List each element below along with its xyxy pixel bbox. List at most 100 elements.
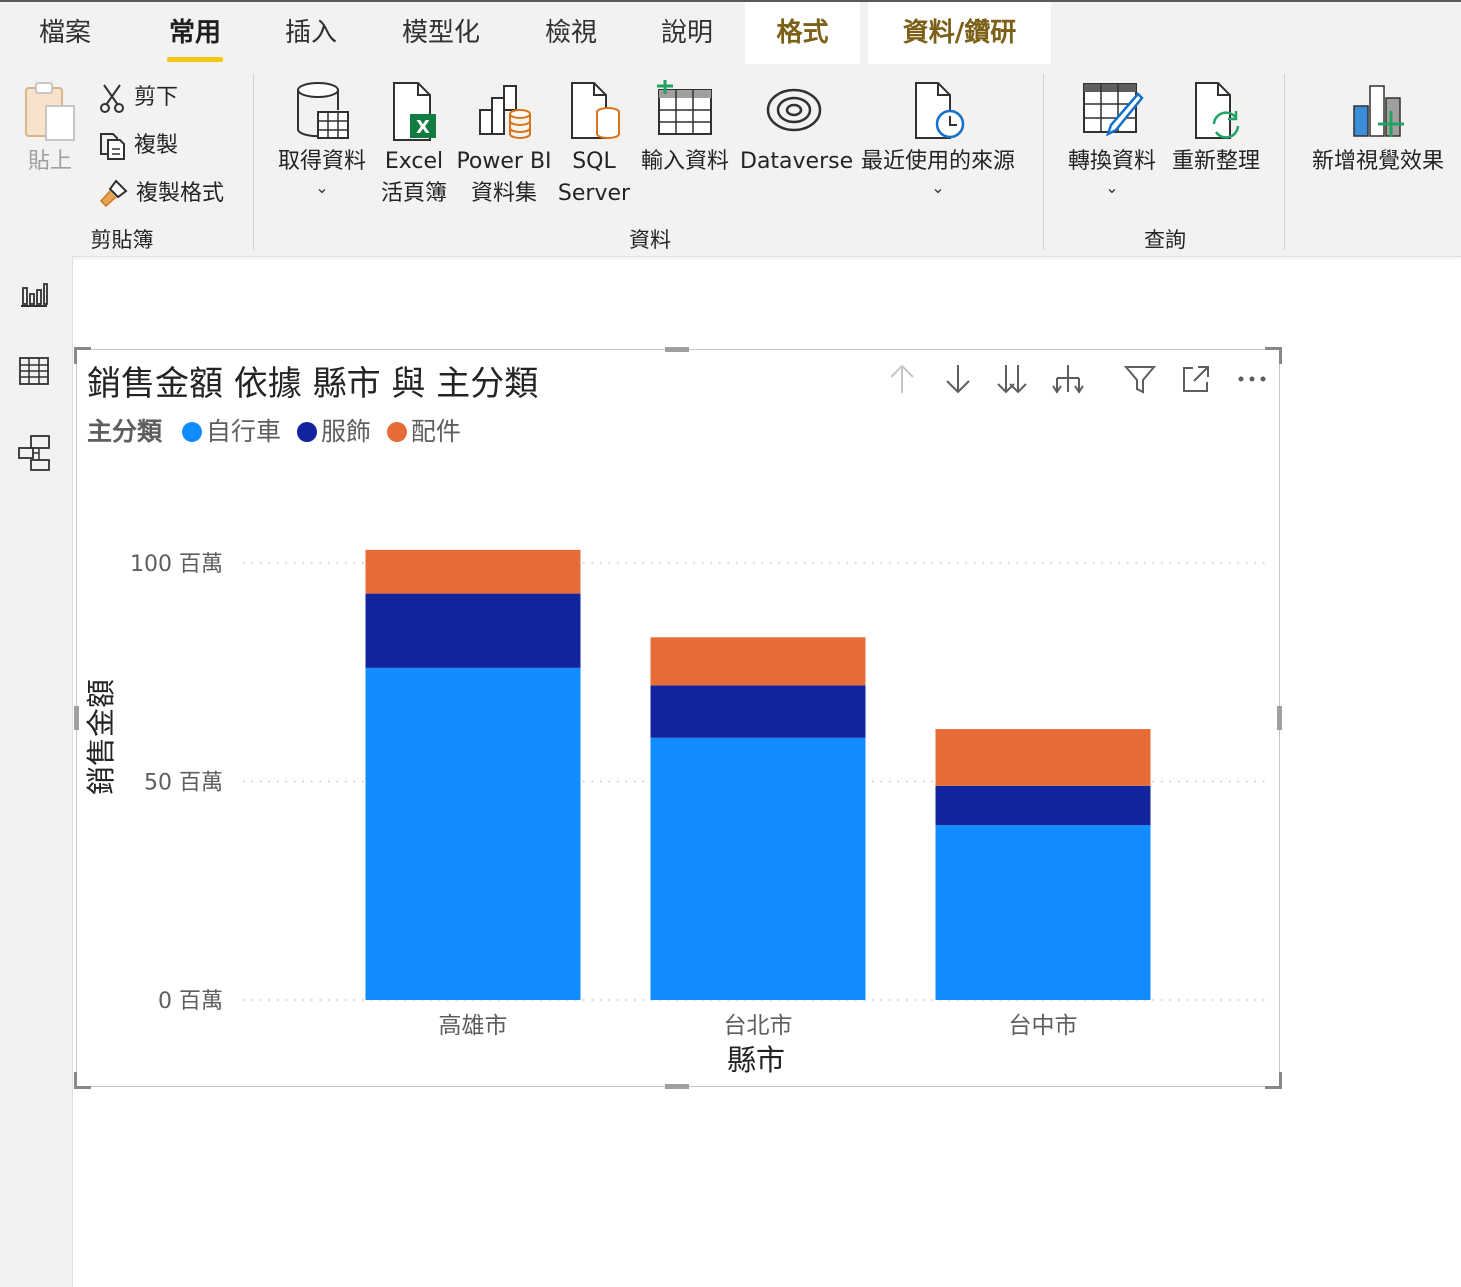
legend-label-accessory: 配件 <box>410 417 461 446</box>
enter-data-label: 輸入資料 <box>640 149 729 174</box>
bar-segment <box>365 667 581 1000</box>
queries-group-label: 查詢 <box>1144 228 1186 252</box>
powerbi-label-line1: Power BI <box>456 149 552 174</box>
tab-view-label: 檢視 <box>544 18 597 48</box>
scissors-icon <box>100 84 124 113</box>
legend-dot-accessory <box>386 422 407 442</box>
legend-item-bike[interactable]: 自行車 <box>181 417 281 446</box>
enter-data-button[interactable]: 輸入資料 <box>636 80 734 178</box>
dataverse-button[interactable]: Dataverse <box>740 80 853 178</box>
y-tick-label: 50 百萬 <box>144 771 223 796</box>
refresh-label: 重新整理 <box>1171 149 1260 174</box>
tab-format[interactable]: 格式 <box>745 2 860 64</box>
drill-down-icon[interactable] <box>941 362 975 400</box>
powerbi-dataset-button[interactable]: Power BI 資料集 <box>456 80 552 210</box>
tab-file[interactable]: 檔案 <box>22 2 108 64</box>
group-separator <box>1284 74 1285 250</box>
x-tick-label: 台中市 <box>1009 1013 1078 1039</box>
clipboard-group-label: 剪貼簿 <box>90 228 154 252</box>
legend-dot-bike <box>181 422 202 442</box>
y-tick-label: 100 百萬 <box>130 552 223 577</box>
visual-title: 銷售金額 依據 縣市 與 主分類 <box>87 364 539 404</box>
svg-text:X: X <box>416 117 430 138</box>
expand-next-level-icon[interactable] <box>1051 362 1085 400</box>
sql-label-line2: Server <box>557 181 631 206</box>
active-tab-indicator <box>167 57 223 62</box>
bar-segment <box>650 737 866 1000</box>
powerbi-label-line2: 資料集 <box>470 181 537 206</box>
stacked-column-chart-visual[interactable]: 銷售金額 依據 縣市 與 主分類 主分類 自行車 服飾 配件 0 百萬 50 百萬… <box>74 347 1282 1089</box>
legend-item-accessory[interactable]: 配件 <box>386 417 461 446</box>
new-visual-label: 新增視覺效果 <box>1311 149 1444 174</box>
y-tick-label: 0 百萬 <box>158 989 223 1014</box>
transform-data-icon <box>1083 83 1144 137</box>
recent-sources-button[interactable]: 最近使用的來源 ⌄ <box>852 80 1024 198</box>
chevron-down-icon: ⌄ <box>315 178 329 197</box>
ribbon: 貼上 剪下 複製 複製格式 剪貼簿 取得資料 ⌄ X Excel 活頁簿 Pow… <box>0 66 1461 257</box>
legend-label-bike: 自行車 <box>205 417 281 446</box>
tab-home[interactable]: 常用 <box>152 2 238 64</box>
resize-corner-bottom-left[interactable] <box>74 1072 91 1089</box>
database-icon <box>297 82 349 139</box>
copy-button[interactable]: 複製 <box>98 130 178 162</box>
resize-handle-bottom[interactable] <box>665 1084 689 1089</box>
new-visual-icon <box>1353 85 1404 137</box>
resize-handle-right[interactable] <box>1277 706 1282 730</box>
group-separator <box>1043 74 1044 250</box>
x-tick-label: 高雄市 <box>439 1013 508 1039</box>
sql-server-button[interactable]: SQL Server <box>556 80 632 210</box>
refresh-button[interactable]: 重新整理 <box>1166 80 1266 178</box>
excel-workbook-button[interactable]: X Excel 活頁簿 <box>376 80 452 210</box>
resize-handle-top[interactable] <box>665 347 689 352</box>
model-view-icon[interactable] <box>17 434 53 476</box>
recent-sources-label: 最近使用的來源 <box>860 149 1015 174</box>
chart-legend: 主分類 自行車 服飾 配件 <box>87 412 469 448</box>
legend-item-apparel[interactable]: 服飾 <box>296 417 371 446</box>
paste-button[interactable]: 貼上 <box>18 80 82 178</box>
copy-icon <box>100 133 125 160</box>
bar-segment <box>365 549 581 594</box>
excel-label-line2: 活頁簿 <box>380 181 447 206</box>
data-group-label: 資料 <box>629 228 671 252</box>
more-options-icon[interactable] <box>1235 362 1269 400</box>
drill-up-icon[interactable] <box>885 362 919 400</box>
paste-icon <box>25 82 75 141</box>
x-axis-title: 縣市 <box>727 1043 785 1077</box>
group-separator <box>253 74 254 250</box>
excel-label-line1: Excel <box>384 149 444 174</box>
report-view-icon[interactable] <box>17 276 51 314</box>
enter-data-icon <box>657 80 712 135</box>
tab-modeling[interactable]: 模型化 <box>386 2 496 64</box>
chevron-down-icon: ⌄ <box>931 178 945 197</box>
tab-format-label: 格式 <box>776 18 829 48</box>
new-visual-button[interactable]: 新增視覺效果 <box>1302 80 1454 178</box>
tab-help[interactable]: 說明 <box>644 2 730 64</box>
sql-label-line1: SQL <box>572 149 616 174</box>
filter-icon[interactable] <box>1123 362 1157 400</box>
tab-view[interactable]: 檢視 <box>528 2 614 64</box>
resize-corner-bottom-right[interactable] <box>1265 1072 1282 1089</box>
get-data-button[interactable]: 取得資料 ⌄ <box>270 80 374 198</box>
table-view-icon[interactable] <box>17 354 51 392</box>
tab-home-label: 常用 <box>168 18 221 48</box>
bar-segment <box>935 825 1151 1000</box>
format-painter-button[interactable]: 複製格式 <box>98 178 224 210</box>
tab-modeling-label: 模型化 <box>401 18 480 48</box>
cut-button[interactable]: 剪下 <box>98 82 178 114</box>
x-tick-label: 台北市 <box>724 1013 793 1039</box>
dataverse-icon <box>766 88 822 132</box>
transform-data-label: 轉換資料 <box>1067 149 1156 174</box>
excel-icon: X <box>393 82 436 141</box>
refresh-icon <box>1195 82 1240 139</box>
tab-insert[interactable]: 插入 <box>268 2 354 64</box>
cut-label: 剪下 <box>134 85 179 110</box>
focus-mode-icon[interactable] <box>1179 362 1213 400</box>
resize-handle-left[interactable] <box>74 706 79 730</box>
chevron-down-icon: ⌄ <box>1105 178 1119 197</box>
transform-data-button[interactable]: 轉換資料 ⌄ <box>1060 80 1164 198</box>
sql-server-icon <box>571 82 620 139</box>
dataverse-label: Dataverse <box>740 149 854 174</box>
bar-segment <box>650 637 866 686</box>
go-to-next-level-icon[interactable] <box>995 362 1029 400</box>
tab-data-drill[interactable]: 資料/鑽研 <box>868 2 1051 64</box>
